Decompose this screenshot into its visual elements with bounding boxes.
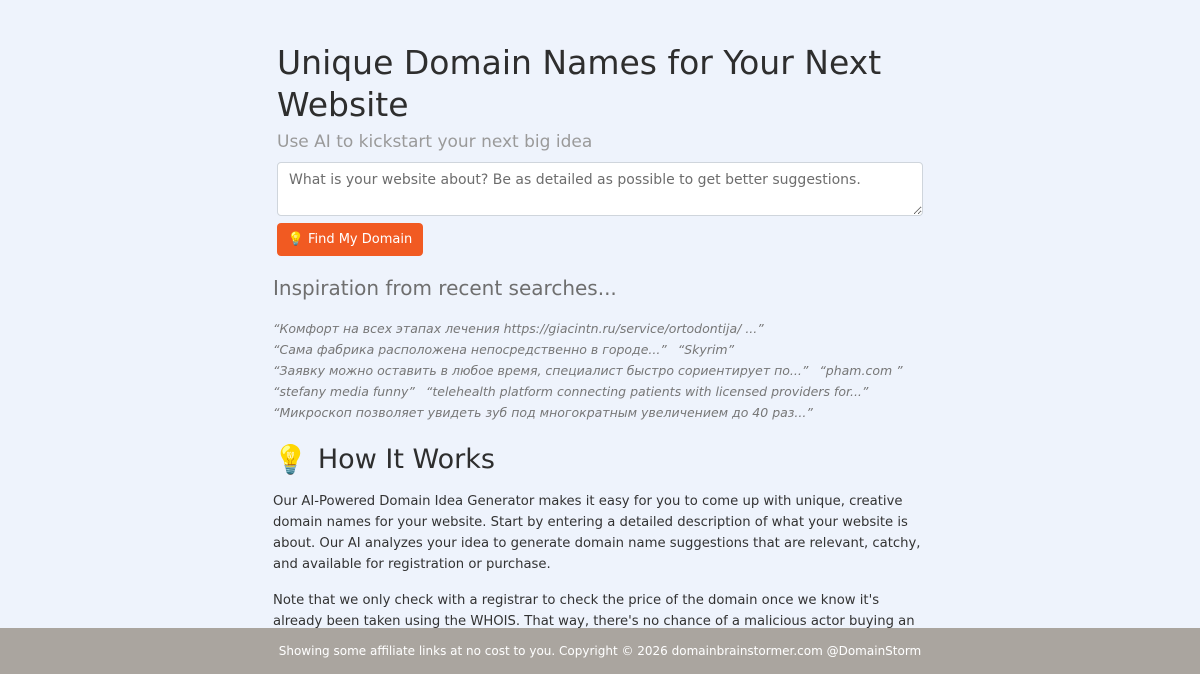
recent-search-link[interactable]: “Сама фабрика расположена непосредственн…	[273, 342, 667, 357]
how-it-works-title: How It Works	[317, 444, 495, 475]
lightbulb-icon: 💡	[273, 443, 308, 476]
recent-search-link[interactable]: “telehealth platform connecting patients…	[426, 384, 869, 399]
footer-text: Showing some affiliate links at no cost …	[278, 644, 922, 658]
recent-searches-line: “Микроскоп позволяет увидеть зуб под мно…	[273, 402, 927, 423]
recent-searches-line: “Сама фабрика расположена непосредственн…	[273, 339, 927, 360]
inspiration-heading: Inspiration from recent searches...	[273, 276, 617, 300]
footer: Showing some affiliate links at no cost …	[0, 628, 1200, 674]
how-it-works-heading: 💡 How It Works	[273, 443, 495, 476]
recent-searches-line: “stefany media funny” “telehealth platfo…	[273, 381, 927, 402]
page-title: Unique Domain Names for Your Next Websit…	[277, 43, 882, 124]
recent-searches-line: “Комфорт на всех этапах лечения https://…	[273, 318, 927, 339]
lightbulb-icon: 💡	[287, 232, 304, 247]
recent-search-link[interactable]: “Skyrim”	[678, 342, 734, 357]
page: Unique Domain Names for Your Next Websit…	[0, 0, 1200, 674]
recent-search-link[interactable]: “pham.com ”	[819, 363, 902, 378]
recent-search-link[interactable]: “Микроскоп позволяет увидеть зуб под мно…	[273, 405, 813, 420]
find-my-domain-button[interactable]: 💡 Find My Domain	[277, 223, 423, 256]
recent-search-link[interactable]: “Комфорт на всех этапах лечения https://…	[273, 321, 764, 336]
recent-searches-line: “Заявку можно оставить в любое время, сп…	[273, 360, 927, 381]
recent-search-link[interactable]: “stefany media funny”	[273, 384, 415, 399]
how-it-works-paragraph: Our AI-Powered Domain Idea Generator mak…	[273, 494, 921, 572]
recent-searches: “Комфорт на всех этапах лечения https://…	[273, 318, 927, 423]
recent-search-link[interactable]: “Заявку можно оставить в любое время, сп…	[273, 363, 808, 378]
find-my-domain-label: Find My Domain	[307, 232, 413, 247]
page-subtitle: Use AI to kickstart your next big idea	[277, 132, 593, 152]
website-description-input[interactable]	[277, 162, 923, 216]
